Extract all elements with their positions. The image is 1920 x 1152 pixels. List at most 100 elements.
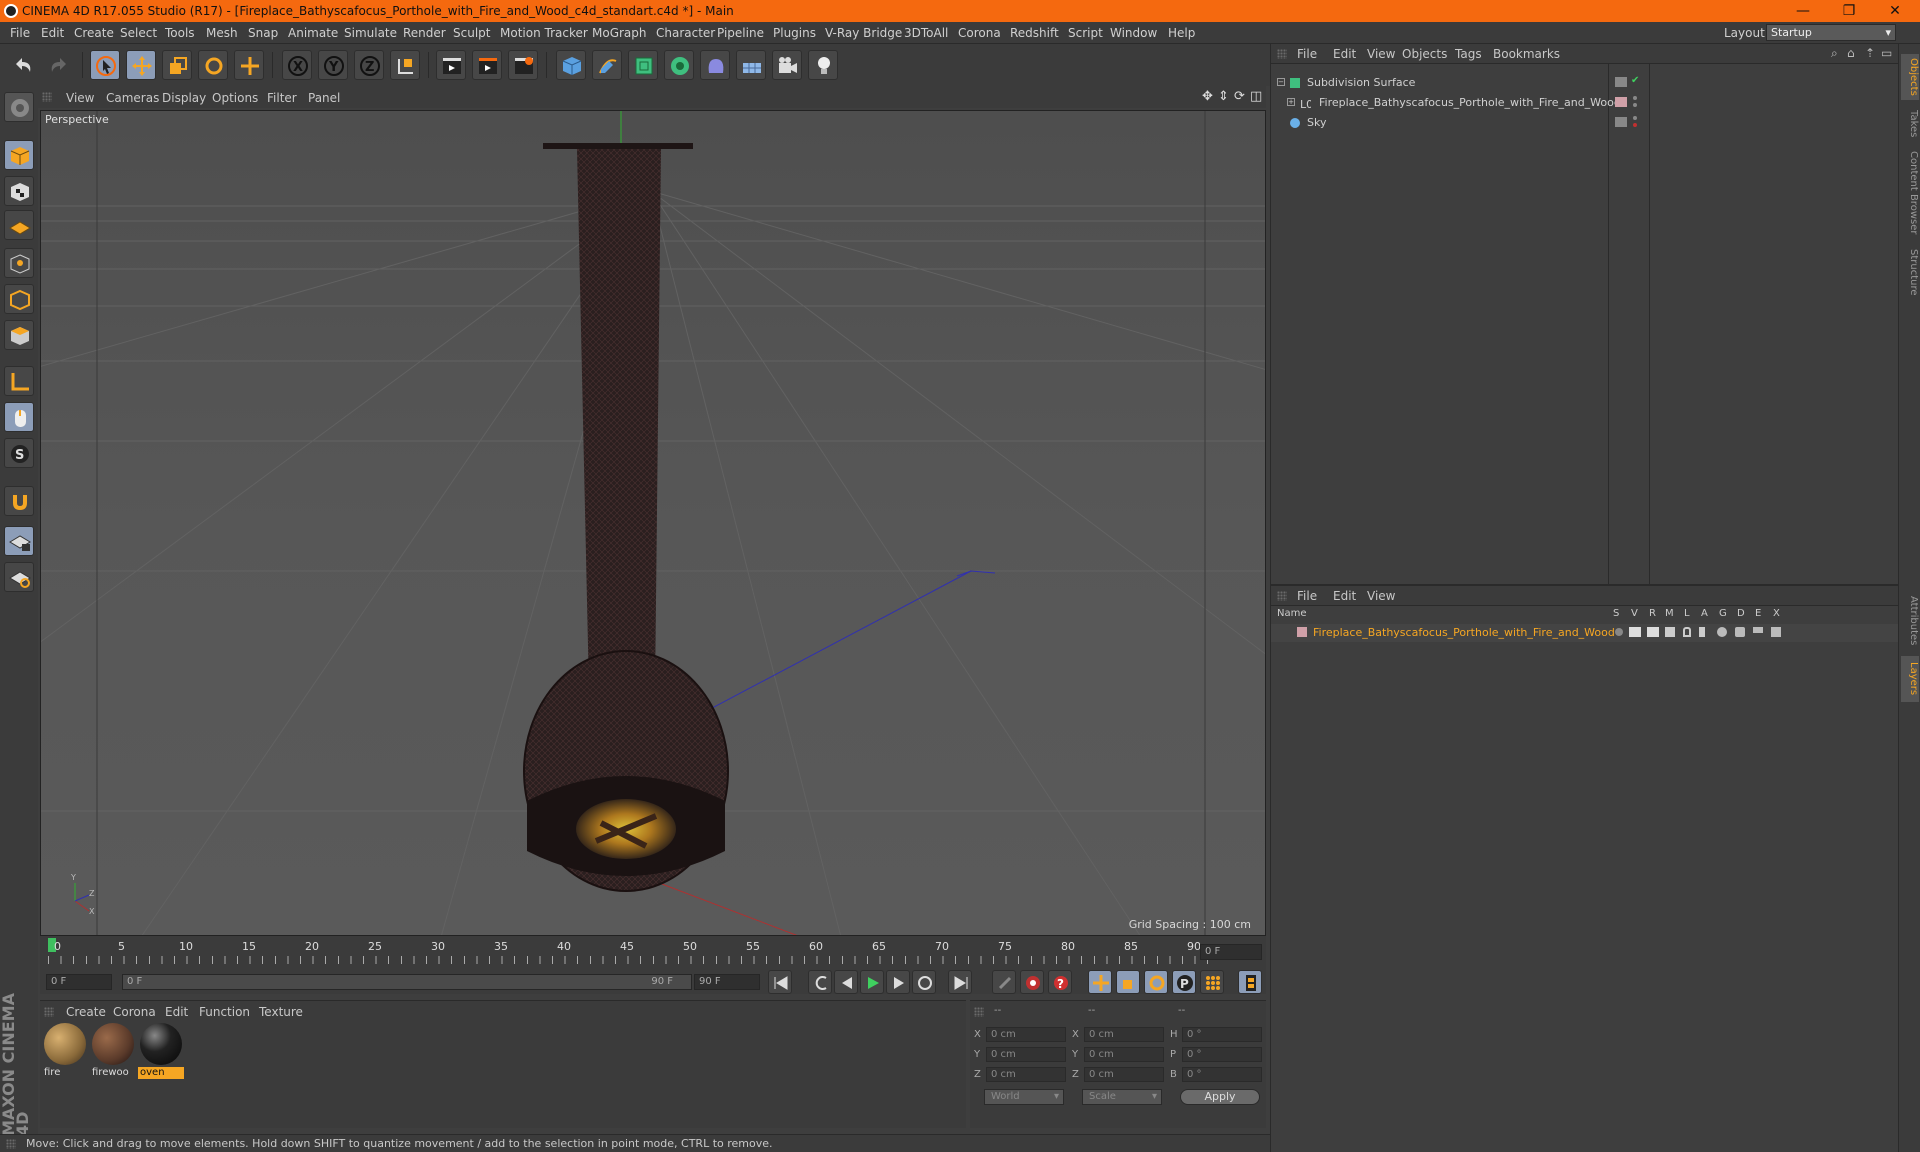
menu-script[interactable]: Script: [1068, 26, 1103, 40]
menu-corona[interactable]: Corona: [958, 26, 1001, 40]
coordinate-space-select[interactable]: World ▾: [984, 1089, 1064, 1105]
viewport-menu-options[interactable]: Options: [212, 91, 258, 105]
move-tool-button[interactable]: [126, 50, 156, 80]
locked-workplane-button[interactable]: [4, 526, 34, 556]
edit-tag-icon[interactable]: [1615, 117, 1627, 127]
viewport-rotate-icon[interactable]: ⟳: [1234, 89, 1245, 104]
menu-window[interactable]: Window: [1110, 26, 1157, 40]
menu-vray-bridge[interactable]: V-Ray Bridge: [825, 26, 902, 40]
eye-icon[interactable]: [1629, 627, 1641, 637]
size-x-field[interactable]: 0 cm: [1084, 1027, 1164, 1042]
cube-object-button[interactable]: [556, 50, 586, 80]
size-z-field[interactable]: 0 cm: [1084, 1067, 1164, 1082]
material-oven[interactable]: oven: [138, 1023, 184, 1081]
layer-row[interactable]: Fireplace_Bathyscafocus_Porthole_with_Fi…: [1271, 624, 1899, 642]
menu-edit[interactable]: Edit: [41, 26, 64, 40]
menu-animate[interactable]: Animate: [288, 26, 338, 40]
viewport-menu-display[interactable]: Display: [162, 91, 206, 105]
recent-tool-button[interactable]: [234, 50, 264, 80]
key-pla-button[interactable]: [1200, 970, 1224, 994]
live-selection-button[interactable]: [90, 50, 120, 80]
restore-button[interactable]: ❐: [1829, 0, 1869, 22]
menu-tools[interactable]: Tools: [165, 26, 195, 40]
perspective-viewport[interactable]: Perspective Y Z X Grid Spacing : 100 cm: [40, 110, 1266, 936]
render-visibility-dot-icon[interactable]: [1633, 103, 1637, 107]
rotate-tool-button[interactable]: [198, 50, 228, 80]
collapse-icon[interactable]: −: [1277, 78, 1285, 86]
polygons-mode-button[interactable]: [4, 320, 34, 350]
pos-x-field[interactable]: 0 cm: [986, 1027, 1066, 1042]
go-to-start-button[interactable]: [768, 970, 792, 994]
workplane-mode-button[interactable]: [4, 210, 34, 240]
axis-mode-button[interactable]: [4, 366, 34, 396]
viewport-move-icon[interactable]: ✥: [1202, 89, 1213, 104]
layer-col-s[interactable]: S: [1613, 608, 1619, 619]
layers-menu-file[interactable]: File: [1297, 589, 1317, 603]
key-parameter-button[interactable]: P: [1172, 970, 1196, 994]
texture-mode-button[interactable]: [4, 176, 34, 206]
play-button[interactable]: [860, 970, 884, 994]
magnet-button[interactable]: [4, 486, 34, 516]
enabled-check-icon[interactable]: ✔: [1631, 75, 1639, 86]
minimize-button[interactable]: —: [1783, 0, 1823, 22]
layer-col-m[interactable]: M: [1665, 608, 1674, 619]
render-visibility-dot-icon[interactable]: [1633, 123, 1637, 127]
menu-simulate[interactable]: Simulate: [344, 26, 397, 40]
scroll-up-icon[interactable]: ⇡: [1865, 46, 1875, 60]
layer-col-l[interactable]: L: [1684, 608, 1690, 619]
key-rotation-button[interactable]: [1144, 970, 1168, 994]
timeline[interactable]: 0 5 10 15 20 25 30 35 40 45 50 55 60 65 …: [40, 936, 1266, 970]
tab-structure[interactable]: Structure: [1901, 244, 1919, 300]
material-menu-edit[interactable]: Edit: [165, 1005, 188, 1019]
material-menu-texture[interactable]: Texture: [259, 1005, 303, 1019]
menu-mesh[interactable]: Mesh: [206, 26, 238, 40]
menu-sculpt[interactable]: Sculpt: [453, 26, 490, 40]
menu-3dtoall[interactable]: 3DToAll: [904, 26, 948, 40]
menu-help[interactable]: Help: [1168, 26, 1195, 40]
layout-select[interactable]: Startup ▾: [1766, 24, 1896, 41]
scale-tool-button[interactable]: [162, 50, 192, 80]
objects-menu-file[interactable]: File: [1297, 47, 1317, 61]
menu-motion-tracker[interactable]: Motion Tracker: [500, 26, 588, 40]
expand-icon[interactable]: +: [1287, 98, 1295, 106]
redo-button[interactable]: [44, 50, 74, 80]
coordinate-system-button[interactable]: [390, 50, 420, 80]
layer-col-e[interactable]: E: [1755, 608, 1761, 619]
layer-color-icon[interactable]: [1615, 97, 1627, 107]
viewport-menu-view[interactable]: View: [66, 91, 94, 105]
deformer-button[interactable]: [700, 50, 730, 80]
layer-col-d[interactable]: D: [1737, 608, 1745, 619]
layer-col-v[interactable]: V: [1631, 608, 1638, 619]
home-icon[interactable]: ⌂: [1847, 46, 1855, 60]
autokey-button[interactable]: ?: [1048, 970, 1072, 994]
frame-range-slider[interactable]: 0 F 90 F: [122, 974, 692, 990]
viewport-dolly-icon[interactable]: ⇕: [1218, 89, 1229, 104]
object-row-sky[interactable]: Sky: [1271, 114, 1899, 132]
rot-h-field[interactable]: 0 °: [1182, 1027, 1262, 1042]
objects-menu-view[interactable]: View: [1367, 47, 1395, 61]
deformers-icon[interactable]: [1735, 627, 1745, 637]
object-row-subdivision[interactable]: − Subdivision Surface ✔: [1271, 74, 1899, 92]
tab-layers[interactable]: Layers: [1901, 656, 1919, 702]
object-row-fireplace[interactable]: + L0 Fireplace_Bathyscafocus_Porthole_wi…: [1271, 94, 1899, 112]
solo-icon[interactable]: [1615, 628, 1623, 636]
manager-icon[interactable]: [1665, 627, 1675, 637]
previous-key-button[interactable]: [808, 970, 832, 994]
menu-plugins[interactable]: Plugins: [773, 26, 816, 40]
rot-b-field[interactable]: 0 °: [1182, 1067, 1262, 1082]
record-active-button[interactable]: [1020, 970, 1044, 994]
rot-p-field[interactable]: 0 °: [1182, 1047, 1262, 1062]
pos-y-field[interactable]: 0 cm: [986, 1047, 1066, 1062]
viewport-maximize-icon[interactable]: ◫: [1250, 89, 1262, 104]
undo-button[interactable]: [8, 50, 38, 80]
menu-mograph[interactable]: MoGraph: [592, 26, 647, 40]
tab-attributes[interactable]: Attributes: [1901, 590, 1919, 652]
material-firewood[interactable]: firewoo: [90, 1023, 136, 1081]
previous-frame-button[interactable]: [834, 970, 858, 994]
objects-menu-edit[interactable]: Edit: [1333, 47, 1356, 61]
viewport-menu-cameras[interactable]: Cameras: [106, 91, 159, 105]
points-mode-button[interactable]: [4, 248, 34, 278]
panel-options-icon[interactable]: ▭: [1881, 46, 1892, 60]
floor-object-button[interactable]: [736, 50, 766, 80]
z-axis-lock-button[interactable]: Z: [354, 50, 384, 80]
